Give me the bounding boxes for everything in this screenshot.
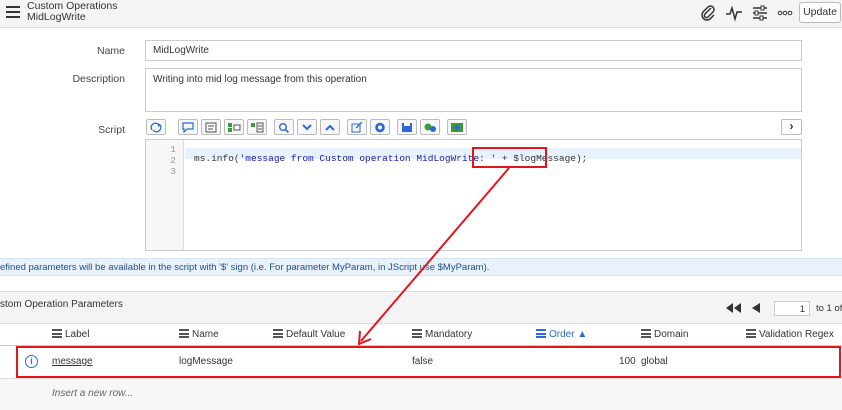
annotation-arrow	[357, 167, 510, 346]
